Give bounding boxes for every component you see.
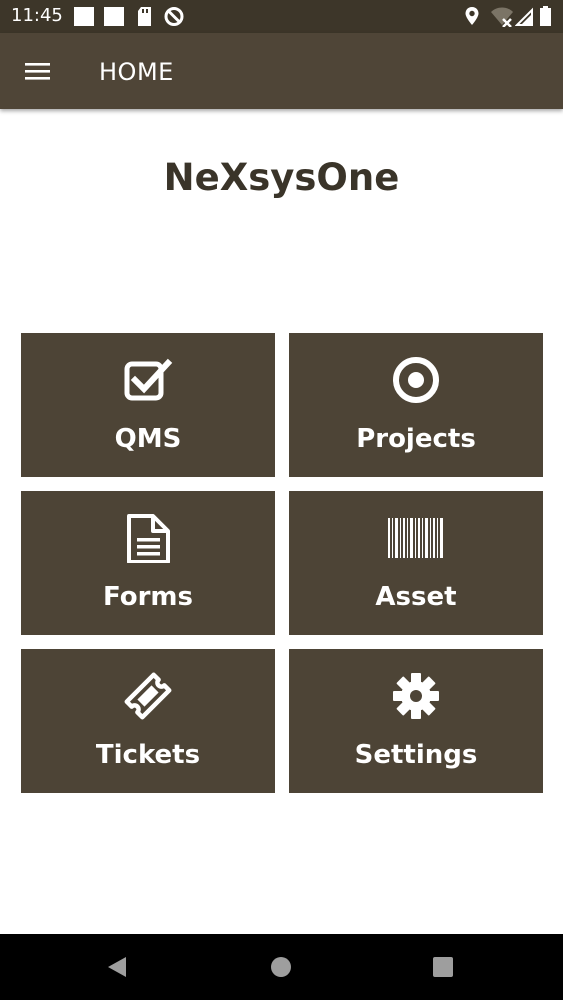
page-title: HOME bbox=[99, 58, 174, 86]
target-icon bbox=[393, 357, 439, 403]
notification-square-icon bbox=[104, 7, 124, 26]
document-icon bbox=[127, 514, 170, 563]
gear-icon bbox=[393, 673, 439, 719]
forms-tile[interactable]: Forms bbox=[21, 491, 275, 635]
tickets-tile[interactable]: Tickets bbox=[21, 649, 275, 793]
status-time: 11:45 bbox=[11, 5, 63, 26]
asset-label: Asset bbox=[375, 582, 457, 612]
tickets-label: Tickets bbox=[95, 740, 201, 770]
asset-tile[interactable]: Asset bbox=[289, 491, 543, 635]
wifi-off-icon bbox=[491, 7, 513, 27]
blocked-app-icon bbox=[164, 7, 184, 26]
settings-label: Settings bbox=[354, 740, 478, 770]
app-bar: HOME bbox=[0, 33, 563, 109]
ticket-icon bbox=[124, 672, 172, 720]
battery-icon bbox=[540, 6, 551, 26]
barcode-icon bbox=[388, 518, 443, 558]
qms-label: QMS bbox=[114, 424, 182, 454]
sd-card-icon bbox=[138, 7, 151, 26]
back-icon[interactable] bbox=[105, 955, 129, 979]
navigation-bar bbox=[0, 934, 563, 1000]
status-bar: 11:45 bbox=[0, 0, 563, 33]
home-icon[interactable] bbox=[270, 956, 292, 978]
menu-button[interactable] bbox=[22, 59, 54, 83]
settings-tile[interactable]: Settings bbox=[289, 649, 543, 793]
projects-label: Projects bbox=[356, 424, 476, 454]
signal-icon bbox=[515, 7, 533, 26]
qms-tile[interactable]: QMS bbox=[21, 333, 275, 477]
projects-tile[interactable]: Projects bbox=[289, 333, 543, 477]
recents-icon[interactable] bbox=[433, 957, 454, 978]
notification-square-icon bbox=[74, 7, 94, 26]
location-icon bbox=[465, 7, 479, 25]
forms-label: Forms bbox=[103, 582, 193, 612]
brand-title: NeXsysOne bbox=[163, 156, 400, 199]
checkbox-icon bbox=[124, 358, 173, 401]
hamburger-menu-icon bbox=[25, 63, 50, 80]
